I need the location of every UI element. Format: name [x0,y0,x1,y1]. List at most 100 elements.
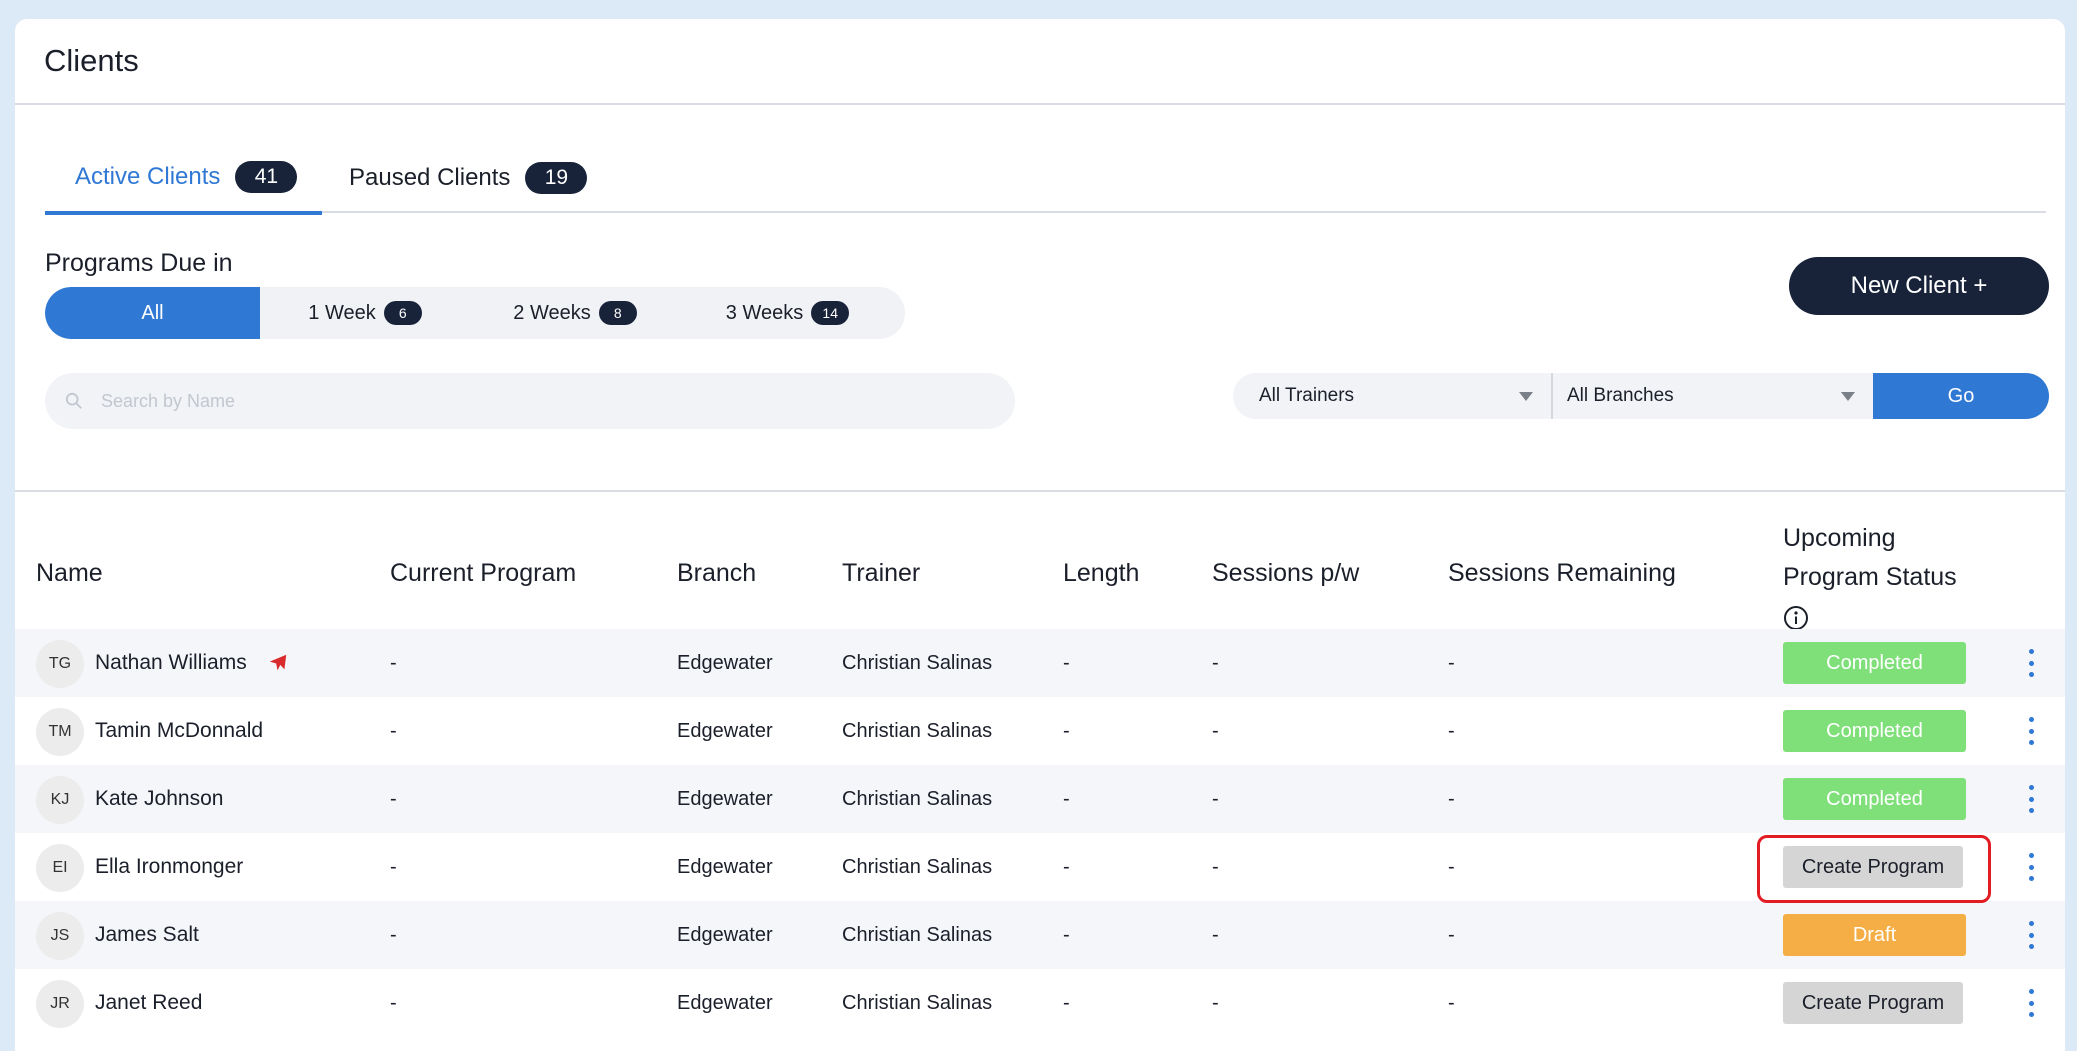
sessions-pw: - [1212,991,1219,1014]
filter-label: 3 Weeks [725,301,804,324]
sessions-remaining: - [1448,651,1455,674]
sessions-remaining: - [1448,991,1455,1014]
branch: Edgewater [677,923,773,946]
more-options-icon[interactable] [2027,785,2035,813]
filter-3-weeks[interactable]: 3 Weeks 14 [680,287,895,339]
table-row[interactable]: EI Ella Ironmonger - Edgewater Christian… [15,833,2065,901]
count-badge: 8 [598,301,637,325]
length: - [1063,651,1070,674]
table-row[interactable]: TM Tamin McDonnald - Edgewater Christian… [15,697,2065,765]
page-title: Clients [44,43,139,78]
card-header: Clients [15,19,2065,105]
trainer: Christian Salinas [842,991,993,1014]
more-options-icon[interactable] [2027,989,2035,1017]
status-draft-button[interactable]: Draft [1783,914,1966,956]
status-completed-button[interactable]: Completed [1783,642,1966,684]
search-input[interactable] [101,390,951,412]
new-client-button[interactable]: New Client + [1789,257,2049,315]
client-name[interactable]: Kate Johnson [95,765,223,833]
status-cell: Completed [1783,629,1966,697]
header-status-line2: Program Status [1783,563,1957,591]
length: - [1063,923,1070,946]
header-sessions-remaining: Sessions Remaining [1448,559,1676,587]
chevron-down-icon [1841,391,1855,401]
current-program: - [390,719,397,742]
length: - [1063,787,1070,810]
length: - [1063,991,1070,1014]
client-name[interactable]: James Salt [95,901,199,969]
status-cell: Create Program [1783,833,1963,901]
divider [15,490,2065,492]
sessions-remaining: - [1448,719,1455,742]
create-program-button[interactable]: Create Program [1783,846,1963,888]
branches-select[interactable]: All Branches [1553,373,1873,419]
header-name: Name [36,559,103,587]
length: - [1063,855,1070,878]
sessions-pw: - [1212,719,1219,742]
branch: Edgewater [677,719,773,742]
branch: Edgewater [677,855,773,878]
filter-all[interactable]: All [45,287,260,339]
filter-bar: All Trainers All Branches Go [1233,373,2049,419]
plane-icon [269,654,286,671]
tab-label: Active Clients [75,163,221,190]
status-cell: Draft [1783,901,1966,969]
filter-label: All [141,301,164,324]
branches-value: All Branches [1567,385,1674,406]
clients-card: Clients Active Clients 41 Paused Clients… [15,19,2065,1051]
count-badge: 14 [811,301,850,325]
branch: Edgewater [677,787,773,810]
filter-2-weeks[interactable]: 2 Weeks 8 [470,287,680,339]
table-row[interactable]: JS James Salt - Edgewater Christian Sali… [15,901,2065,969]
sessions-pw: - [1212,651,1219,674]
sessions-pw: - [1212,855,1219,878]
tab-active-clients[interactable]: Active Clients 41 [45,143,322,215]
tab-paused-clients[interactable]: Paused Clients 19 [335,143,588,213]
client-name[interactable]: Janet Reed [95,969,202,1037]
table-row[interactable]: KJ Kate Johnson - Edgewater Christian Sa… [15,765,2065,833]
search-icon [65,392,82,409]
trainer: Christian Salinas [842,855,993,878]
current-program: - [390,923,397,946]
header-sessions-pw: Sessions p/w [1212,559,1360,587]
header-length: Length [1063,559,1140,587]
trainer: Christian Salinas [842,719,993,742]
more-options-icon[interactable] [2027,649,2035,677]
avatar: JS [36,912,84,960]
more-options-icon[interactable] [2027,921,2035,949]
table-row[interactable]: TG Nathan Williams - Edgewater Christian… [15,629,2065,697]
count-badge: 19 [525,162,588,194]
branch: Edgewater [677,651,773,674]
filter-1-week[interactable]: 1 Week 6 [260,287,470,339]
status-completed-button[interactable]: Completed [1783,778,1966,820]
trainers-value: All Trainers [1259,385,1355,406]
length: - [1063,719,1070,742]
header-status-line1: Upcoming [1783,524,1896,552]
current-program: - [390,855,397,878]
client-tabs: Active Clients 41 Paused Clients 19 [45,143,2046,215]
client-name[interactable]: Ella Ironmonger [95,833,243,901]
trainer: Christian Salinas [842,787,993,810]
trainer: Christian Salinas [842,651,993,674]
sessions-remaining: - [1448,855,1455,878]
go-button[interactable]: Go [1873,373,2049,419]
current-program: - [390,991,397,1014]
client-name[interactable]: Nathan Williams [95,651,247,675]
avatar: KJ [36,776,84,824]
count-badge: 41 [235,161,298,193]
status-completed-button[interactable]: Completed [1783,710,1966,752]
trainer: Christian Salinas [842,923,993,946]
client-name[interactable]: Tamin McDonnald [95,697,263,765]
status-cell: Create Program [1783,969,1963,1037]
chevron-down-icon [1519,391,1533,401]
info-icon[interactable] [1783,605,1809,631]
create-program-button[interactable]: Create Program [1783,982,1963,1024]
table-row[interactable]: JR Janet Reed - Edgewater Christian Sali… [15,969,2065,1037]
more-options-icon[interactable] [2027,853,2035,881]
programs-due-filter: All 1 Week 6 2 Weeks 8 3 Weeks 14 [45,287,905,339]
more-options-icon[interactable] [2027,717,2035,745]
sessions-pw: - [1212,787,1219,810]
status-cell: Completed [1783,765,1966,833]
trainers-select[interactable]: All Trainers [1233,373,1553,419]
avatar: TM [36,708,84,756]
